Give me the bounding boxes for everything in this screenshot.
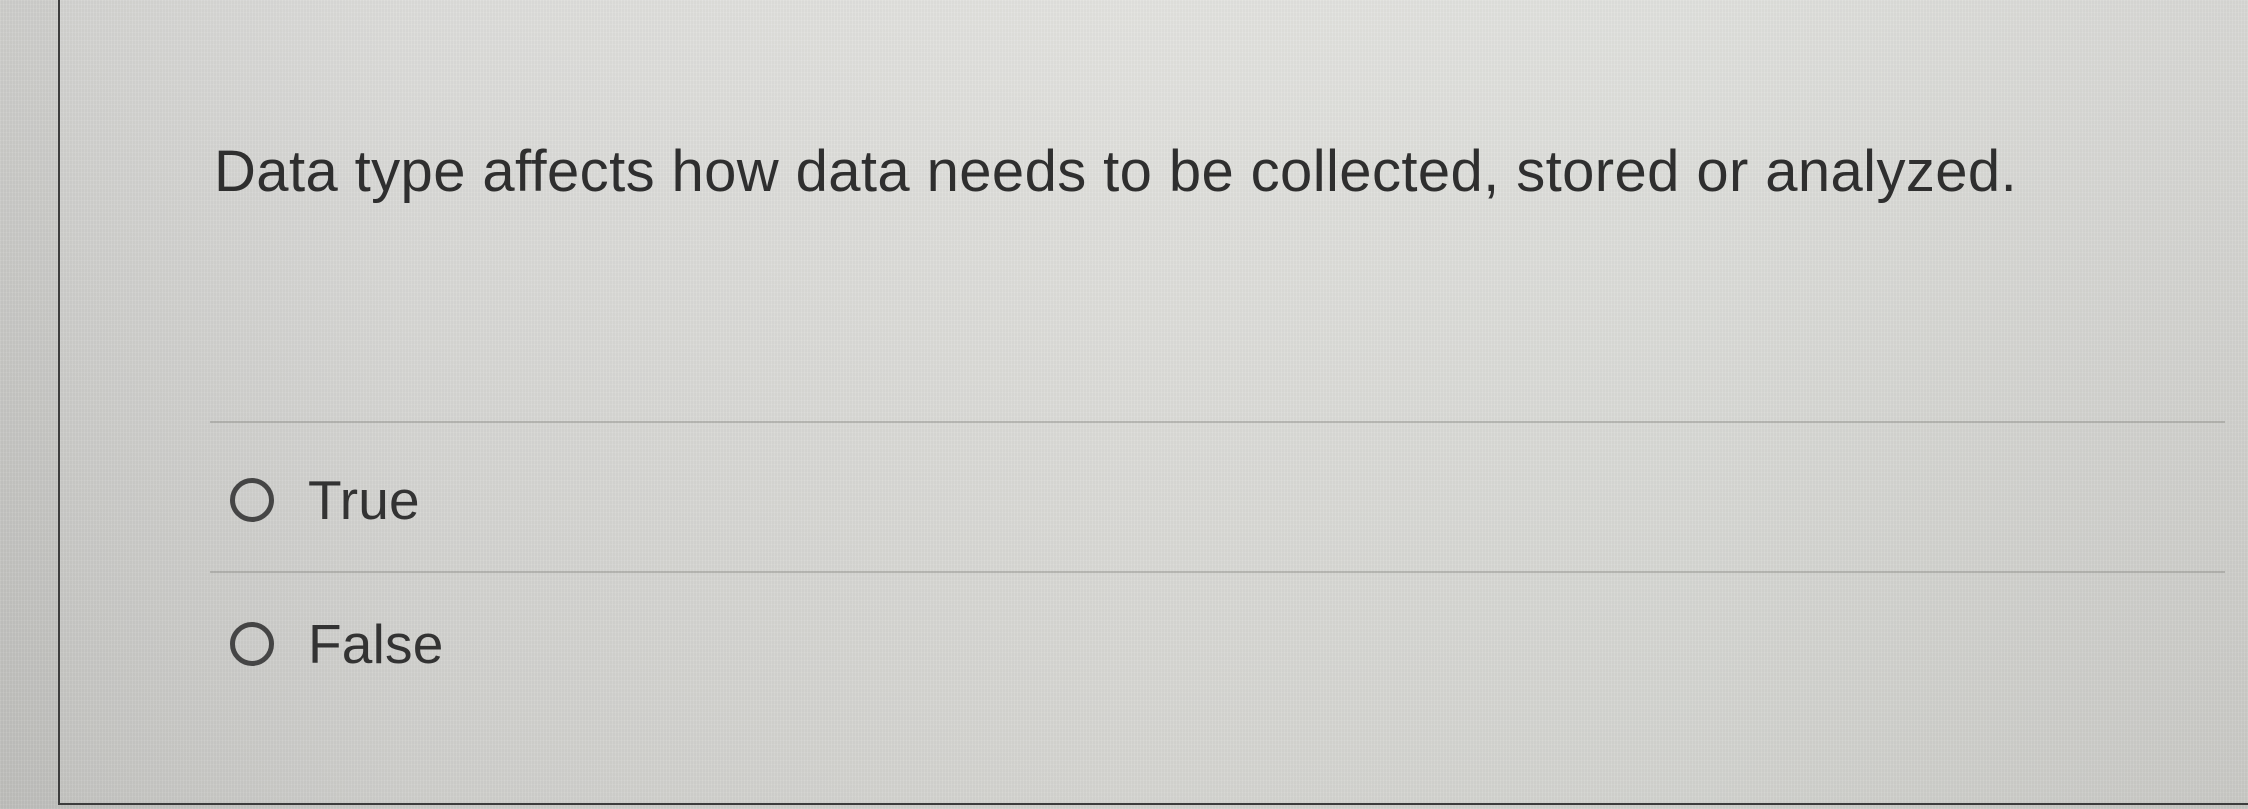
radio-button-icon[interactable] bbox=[230, 478, 274, 522]
question-text: Data type affects how data needs to be c… bbox=[214, 139, 2018, 204]
answer-option-true[interactable]: True bbox=[230, 464, 420, 536]
question-divider bbox=[210, 421, 2225, 423]
quiz-question-panel: Data type affects how data needs to be c… bbox=[58, 0, 2248, 805]
answer-divider bbox=[210, 571, 2225, 573]
radio-button-icon[interactable] bbox=[230, 622, 274, 666]
answer-option-false[interactable]: False bbox=[230, 608, 444, 680]
answer-label-true: True bbox=[308, 469, 420, 531]
answer-label-false: False bbox=[308, 613, 444, 675]
